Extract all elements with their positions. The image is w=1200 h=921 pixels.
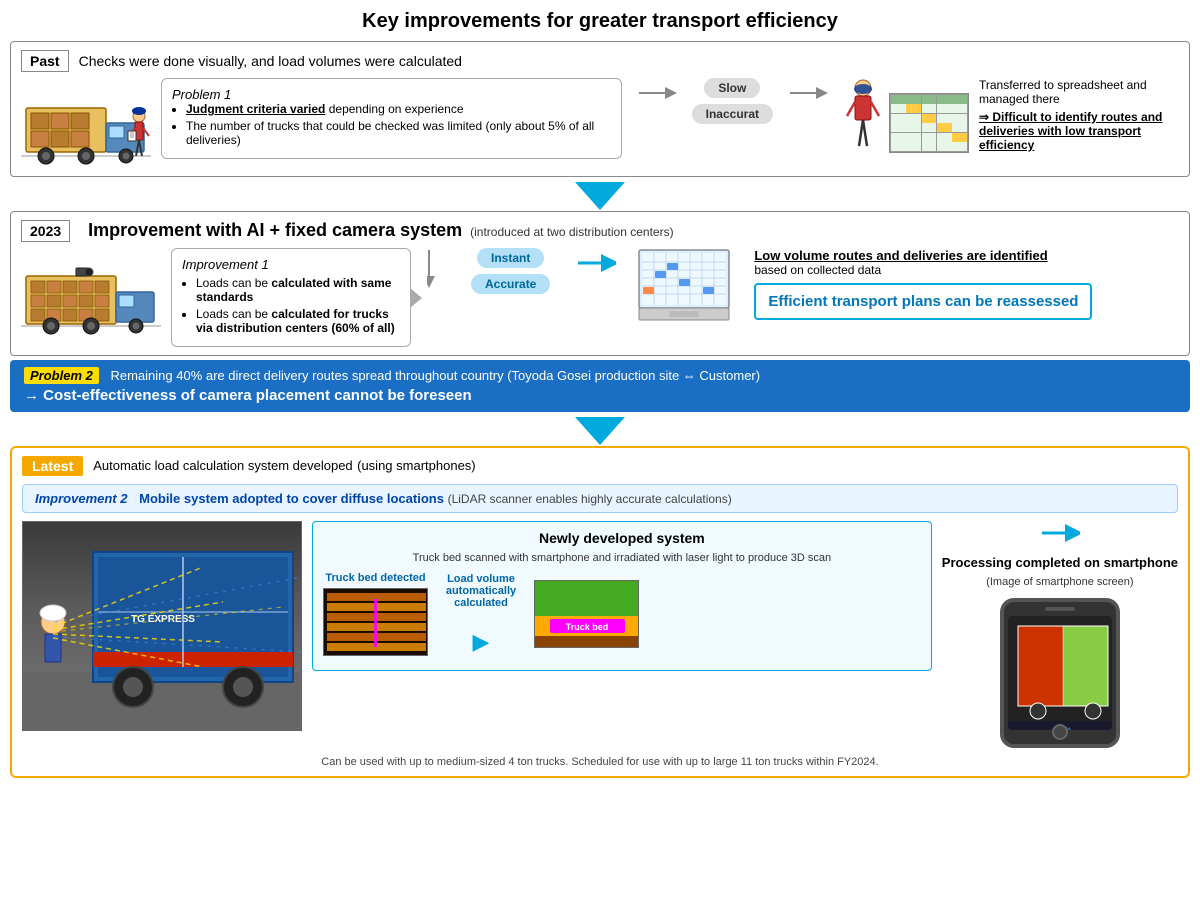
past-truck-illustration [21,78,151,168]
scan-image-2: Truck bed [534,580,639,648]
problem1-title: Problem 1 [172,87,611,102]
accurate-badge: Accurate [471,274,550,294]
improvement-subtitle: (introduced at two distribution centers) [470,225,673,239]
latest-label: Latest [22,456,83,476]
arrow-past-to-2023 [10,181,1190,211]
improvement2-sub: (LiDAR scanner enables highly accurate c… [448,492,732,506]
new-system-title: Newly developed system [323,530,921,546]
new-system-box: Newly developed system Truck bed scanned… [312,521,932,671]
slow-badge: Slow [704,78,760,98]
truck-photo-area: TG EXPRESS [22,521,302,731]
truck-2023-illustration [21,248,161,338]
inaccurate-badge: Inaccurat [692,104,773,124]
latest-footer: Can be used with up to medium-sized 4 to… [22,756,1178,768]
person-icon [843,78,883,153]
page-title: Key improvements for greater transport e… [10,10,1190,33]
scan-arrow: ▶ [473,629,490,655]
new-system-desc: Truck bed scanned with smartphone and ir… [323,552,921,564]
arrow-improvement1-badges [421,248,453,288]
arrow-to-slow [632,78,682,108]
improvement2-main: Mobile system adopted to cover diffuse l… [139,491,444,506]
latest-content: TG EXPRESS [22,521,1178,748]
processing-title: Processing completed on smartphone [942,555,1178,570]
transferred-text: Transferred to spreadsheet and managed t… [979,78,1179,106]
arrow-to-spreadsheet [783,78,833,108]
slow-inaccurate-badges: Slow Inaccurat [692,78,773,124]
problem2-arrow-text: → Cost-effectiveness of camera placement… [24,387,1176,404]
improvement1-box: Improvement 1 Loads can be calculated wi… [171,248,411,347]
laptop-visual [634,248,734,323]
past-right-text: Transferred to spreadsheet and managed t… [979,78,1179,152]
past-label: Past [21,50,69,72]
processing-subtitle: (Image of smartphone screen) [986,576,1133,588]
past-section: Past Checks were done visually, and load… [10,41,1190,177]
improvement-title: Improvement with AI + fixed camera syste… [88,220,462,241]
latest-title: Automatic load calculation system develo… [93,457,475,475]
problem2-label: Problem 2 [24,367,99,384]
load-volume-label: Load volume automatically calculated [436,573,526,609]
improvement1-title: Improvement 1 [182,257,400,272]
judgment-criteria-text: Judgment criteria varied [186,102,325,116]
year-2023-label: 2023 [21,220,70,242]
arrow-problem2-to-latest [10,416,1190,446]
smartphone-graphic: 87% [1000,598,1120,748]
spreadsheet-area [843,78,969,153]
smartphone-processing-area: Processing completed on smartphone (Imag… [942,521,1178,748]
past-header-text: Checks were done visually, and load volu… [79,53,462,69]
instant-accurate-badges: Instant Accurate [463,248,558,294]
improvement2-label: Improvement 2 [35,491,127,506]
right-2023-area: Low volume routes and deliveries are ide… [754,248,1179,320]
improvement-2023-section: 2023 Improvement with AI + fixed camera … [10,211,1190,356]
problem2-line1: Problem 2 Remaining 40% are direct deliv… [24,368,1176,383]
low-volume-text: Low volume routes and deliveries are ide… [754,248,1047,263]
difficult-text: ⇒ Difficult to identify routes and deliv… [979,110,1179,152]
problem2-main: Remaining 40% are direct delivery routes… [110,368,760,383]
latest-header: Latest Automatic load calculation system… [22,456,1178,476]
problem1-list: Judgment criteria varied depending on ex… [186,102,611,147]
instant-badge: Instant [477,248,544,268]
scan-results: Truck bed detected [323,572,921,656]
arrow-to-laptop [568,248,624,278]
improvement1-list: Loads can be calculated with same standa… [196,276,400,335]
arrow-to-smartphone [1040,521,1080,545]
scan-image-1 [323,588,428,656]
problem2-section: Problem 2 Remaining 40% are direct deliv… [10,360,1190,412]
based-on-text: based on collected data [754,263,881,277]
efficient-transport-box: Efficient transport plans can be reasses… [754,283,1092,320]
improvement2-bar: Improvement 2 Mobile system adopted to c… [22,484,1178,513]
latest-section: Latest Automatic load calculation system… [10,446,1190,778]
improvement-2023-content: Improvement 1 Loads can be calculated wi… [21,248,1179,347]
problem1-box: Problem 1 Judgment criteria varied depen… [161,78,622,159]
svg-text:Truck bed: Truck bed [566,622,609,632]
improvement-2023-header: 2023 Improvement with AI + fixed camera … [21,220,1179,242]
truck-bed-detected-label: Truck bed detected [325,572,425,584]
